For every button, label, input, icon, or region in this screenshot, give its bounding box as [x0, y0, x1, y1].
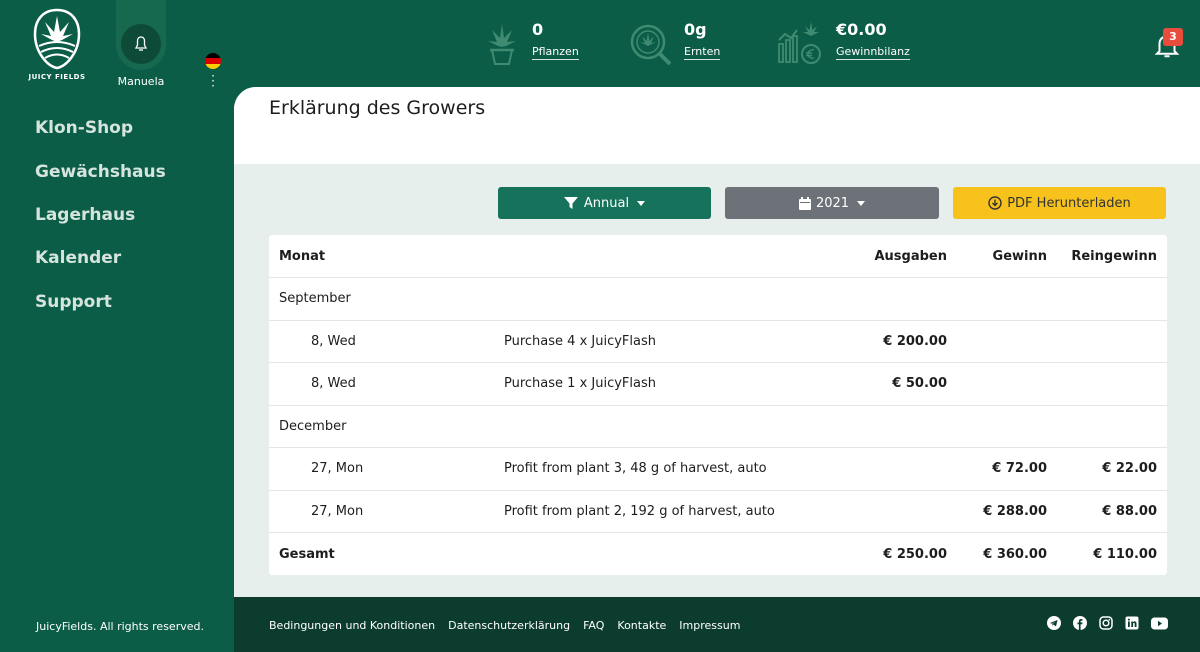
- sidebar-item-support[interactable]: Support: [35, 292, 112, 312]
- row-gain: [957, 362, 1057, 406]
- footer-link-terms[interactable]: Bedingungen und Konditionen: [269, 619, 435, 632]
- german-flag-icon[interactable]: [205, 53, 221, 69]
- row-gain: [957, 320, 1057, 363]
- juicyfields-logo[interactable]: JUICY FIELDS: [28, 8, 86, 90]
- row-day: 8, Wed: [269, 320, 494, 363]
- more-options-icon[interactable]: · · ·: [208, 70, 218, 92]
- total-net: € 110.00: [1093, 546, 1157, 562]
- statement-table-card: Monat Ausgaben Gewinn Reingewinn Septemb…: [269, 235, 1167, 575]
- stat-harvest[interactable]: 0g Ernten: [624, 20, 721, 70]
- row-net: [1057, 320, 1167, 363]
- linkedin-icon[interactable]: [1125, 616, 1139, 630]
- youtube-icon[interactable]: [1151, 616, 1168, 630]
- pdf-download-label: PDF Herunterladen: [1007, 195, 1131, 211]
- total-row: Gesamt € 250.00 € 360.00 € 110.00: [269, 533, 1167, 576]
- footer-link-faq[interactable]: FAQ: [583, 619, 604, 632]
- row-description: Purchase 4 x JuicyFlash: [494, 320, 849, 363]
- footer-link-contacts[interactable]: Kontakte: [617, 619, 666, 632]
- avatar[interactable]: [121, 24, 161, 64]
- profit-balance: €0.00: [836, 20, 887, 39]
- profit-balance-icon: [778, 22, 821, 64]
- column-header-expenses: Ausgaben: [849, 235, 957, 278]
- harvest-amount: 0g: [684, 20, 707, 39]
- chevron-down-icon: [637, 200, 646, 206]
- period-filter-dropdown[interactable]: Annual: [498, 187, 711, 219]
- download-circle-icon: [988, 196, 1002, 210]
- row-gain: € 72.00: [957, 447, 1057, 491]
- footer-links: Bedingungen und Konditionen Datenschutze…: [269, 619, 740, 632]
- chevron-down-icon: [857, 200, 866, 206]
- statement-table: Monat Ausgaben Gewinn Reingewinn Septemb…: [269, 235, 1167, 575]
- row-gain: € 288.00: [957, 490, 1057, 533]
- sidebar-item-klon-shop[interactable]: Klon-Shop: [35, 118, 133, 138]
- column-header-net: Reingewinn: [1057, 235, 1167, 278]
- table-row: 27, Mon Profit from plant 3, 48 g of har…: [269, 447, 1167, 491]
- page-title: Erklärung des Growers: [269, 97, 486, 119]
- footer-link-imprint[interactable]: Impressum: [679, 619, 740, 632]
- column-header-gain: Gewinn: [957, 235, 1057, 278]
- instagram-icon[interactable]: [1099, 616, 1113, 630]
- copyright-text: JuicyFields. All rights reserved.: [36, 620, 204, 633]
- total-label: Gesamt: [279, 546, 335, 562]
- column-header-month: Monat: [269, 235, 494, 278]
- table-row: 8, Wed Purchase 4 x JuicyFlash € 200.00: [269, 320, 1167, 363]
- brand-name: JUICY FIELDS: [28, 73, 86, 81]
- row-day: 8, Wed: [269, 362, 494, 406]
- calendar-icon: [798, 196, 811, 210]
- page-header: Erklärung des Growers: [234, 87, 1200, 164]
- harvest-magnifier-icon: [630, 24, 672, 66]
- year-filter-label: 2021: [815, 195, 850, 211]
- social-links: [1047, 616, 1168, 630]
- user-profile-icon: [134, 36, 148, 51]
- footer: Bedingungen und Konditionen Datenschutze…: [234, 597, 1200, 652]
- row-net: [1057, 362, 1167, 406]
- row-net: € 22.00: [1057, 447, 1167, 491]
- notification-count-badge: 3: [1163, 28, 1183, 46]
- column-header-description: [494, 235, 849, 278]
- row-day: 27, Mon: [269, 490, 494, 533]
- telegram-icon[interactable]: [1047, 616, 1061, 630]
- plants-count: 0: [532, 20, 544, 39]
- top-header: JUICY FIELDS Manuela · · · 0 Pflanzen 0g…: [0, 0, 1200, 100]
- cannabis-leaf-logo-icon: [33, 8, 81, 70]
- month-group-row: December: [269, 405, 1167, 448]
- month-group-row: September: [269, 277, 1167, 321]
- username[interactable]: Manuela: [108, 75, 174, 88]
- table-row: 8, Wed Purchase 1 x JuicyFlash € 50.00: [269, 362, 1167, 406]
- table-row: 27, Mon Profit from plant 2, 192 g of ha…: [269, 490, 1167, 533]
- total-spacer: [494, 533, 849, 576]
- total-gain: € 360.00: [983, 546, 1047, 562]
- harvest-label: Ernten: [684, 45, 721, 60]
- period-filter-label: Annual: [583, 195, 630, 211]
- plants-label: Pflanzen: [532, 45, 579, 60]
- potted-plant-icon: [488, 24, 516, 65]
- row-net: € 88.00: [1057, 490, 1167, 533]
- row-expenses: [849, 447, 957, 491]
- stat-profit[interactable]: €0.00 Gewinnbilanz: [774, 20, 910, 70]
- table-header-row: Monat Ausgaben Gewinn Reingewinn: [269, 235, 1167, 278]
- row-expenses: [849, 490, 957, 533]
- filter-icon: [563, 196, 578, 209]
- row-expenses: € 200.00: [849, 320, 957, 363]
- pdf-download-button[interactable]: PDF Herunterladen: [953, 187, 1166, 219]
- total-expenses: € 250.00: [883, 546, 947, 562]
- row-expenses: € 50.00: [849, 362, 957, 406]
- profit-balance-label: Gewinnbilanz: [836, 45, 910, 60]
- footer-link-privacy[interactable]: Datenschutzerklärung: [448, 619, 570, 632]
- month-label: December: [269, 405, 1167, 448]
- year-filter-dropdown[interactable]: 2021: [725, 187, 939, 219]
- sidebar-item-gewaechshaus[interactable]: Gewächshaus: [35, 162, 166, 182]
- sidebar-item-kalender[interactable]: Kalender: [35, 248, 121, 268]
- facebook-icon[interactable]: [1073, 616, 1087, 630]
- main-content: Erklärung des Growers Annual 2021 PDF He…: [234, 87, 1200, 597]
- sidebar: Klon-Shop Gewächshaus Lagerhaus Kalender…: [0, 100, 234, 652]
- row-day: 27, Mon: [269, 447, 494, 491]
- row-description: Purchase 1 x JuicyFlash: [494, 362, 849, 406]
- month-label: September: [269, 277, 1167, 321]
- row-description: Profit from plant 2, 192 g of harvest, a…: [494, 490, 849, 533]
- stat-plants[interactable]: 0 Pflanzen: [480, 20, 579, 70]
- row-description: Profit from plant 3, 48 g of harvest, au…: [494, 447, 849, 491]
- sidebar-item-lagerhaus[interactable]: Lagerhaus: [35, 205, 135, 225]
